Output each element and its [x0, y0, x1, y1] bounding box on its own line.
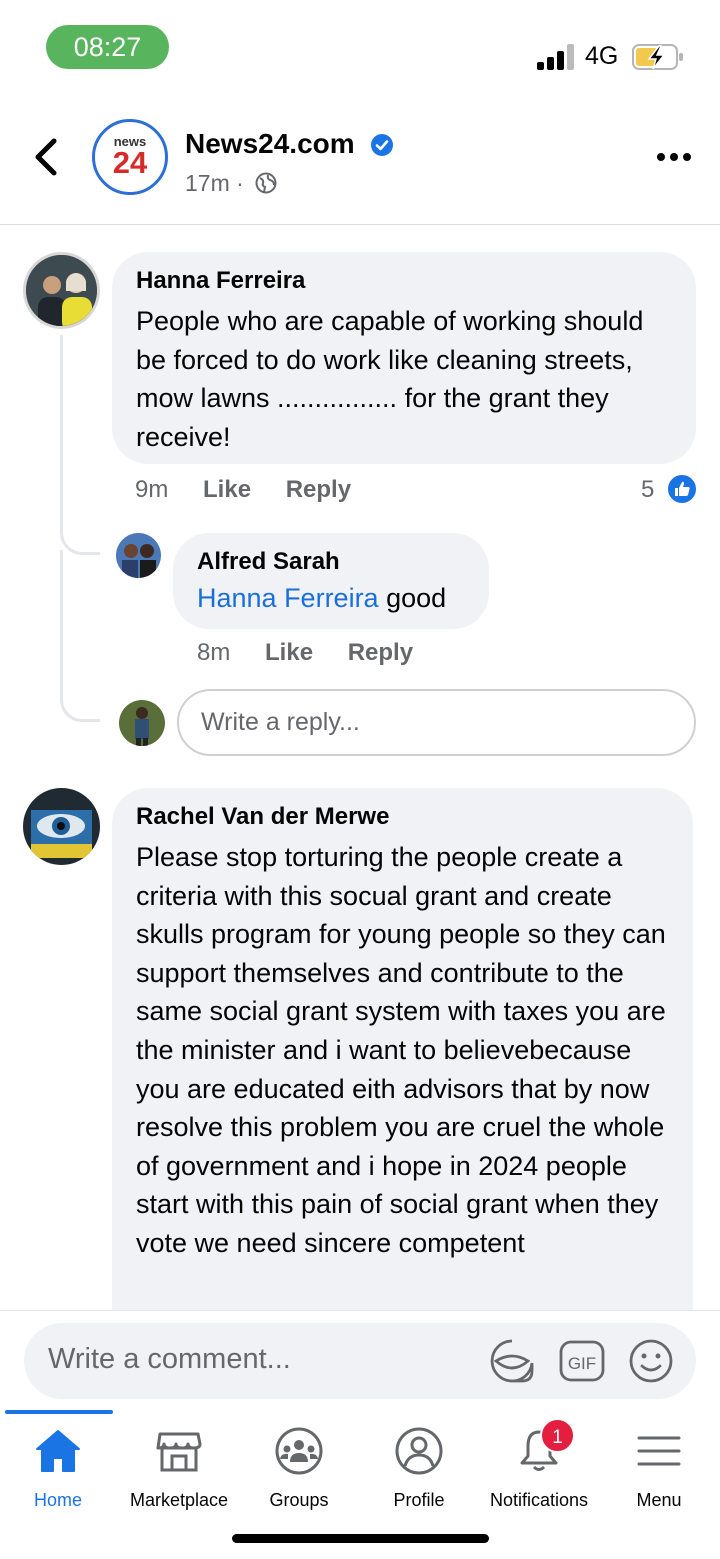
tab-menu[interactable]: Menu: [599, 1426, 719, 1536]
more-options-icon[interactable]: [656, 150, 692, 164]
tab-label: Menu: [636, 1490, 682, 1510]
tab-home[interactable]: Home: [0, 1426, 118, 1536]
avatar[interactable]: [23, 788, 100, 865]
avatar-photo: [23, 788, 100, 865]
like-reaction-icon[interactable]: [666, 473, 698, 505]
reply-text: Hanna Ferreira good: [197, 579, 465, 618]
svg-text:GIF: GIF: [568, 1354, 596, 1373]
reply-bubble[interactable]: Alfred Sarah Hanna Ferreira good: [173, 533, 489, 629]
globe-icon: [255, 172, 277, 194]
tab-label: Marketplace: [129, 1490, 229, 1510]
page-name[interactable]: News24.com: [185, 128, 355, 160]
thread-branch: [60, 510, 100, 555]
status-bar: 08:27 4G: [0, 0, 720, 95]
groups-icon: [275, 1427, 323, 1475]
clock: 08:27: [46, 25, 169, 69]
emoji-icon[interactable]: [627, 1337, 675, 1385]
reply-body: good: [378, 583, 447, 613]
comment-text: Please stop torturing the people create …: [136, 842, 666, 1258]
tab-label: Groups: [269, 1490, 329, 1510]
commenter-name[interactable]: Hanna Ferreira: [136, 266, 672, 296]
reply-actions: 8m Like Reply: [197, 639, 441, 667]
active-tab-indicator: [5, 1410, 113, 1414]
page-avatar[interactable]: news 24: [92, 119, 168, 195]
tab-notifications[interactable]: Notifications: [479, 1426, 599, 1536]
signal-icon: [537, 44, 575, 70]
user-avatar: [119, 700, 165, 746]
back-arrow-icon[interactable]: [30, 135, 64, 179]
tab-label: Profile: [393, 1490, 445, 1510]
gif-icon[interactable]: GIF: [558, 1337, 606, 1385]
avatar-photo: [119, 700, 165, 746]
reply-input[interactable]: Write a reply...: [177, 689, 696, 756]
thread-line: [60, 550, 100, 722]
comment-bubble[interactable]: Rachel Van der Merwe Please stop torturi…: [112, 788, 693, 1348]
commenter-name[interactable]: Rachel Van der Merwe: [136, 802, 669, 832]
comment-time: 9m: [135, 476, 169, 503]
reaction-count[interactable]: 5: [641, 476, 654, 504]
reply-button[interactable]: Reply: [348, 639, 413, 666]
verified-badge-icon: [371, 134, 393, 156]
like-button[interactable]: Like: [203, 476, 251, 503]
logo-text-big: 24: [112, 145, 148, 180]
tab-marketplace[interactable]: Marketplace: [119, 1426, 239, 1536]
thread-line: [60, 335, 63, 510]
comment-text: People who are capable of working should…: [136, 306, 644, 452]
marketplace-icon: [156, 1432, 202, 1472]
avatar-photo: [26, 255, 97, 326]
battery-icon: [632, 44, 683, 70]
commenter-name[interactable]: Alfred Sarah: [197, 547, 465, 577]
comment-composer-bar: Write a comment... GIF: [0, 1310, 720, 1410]
home-indicator[interactable]: [232, 1534, 489, 1543]
mention-link[interactable]: Hanna Ferreira: [197, 583, 379, 613]
hamburger-icon: [637, 1436, 681, 1466]
notification-badge: 1: [540, 1418, 575, 1453]
sticker-icon[interactable]: [488, 1337, 536, 1385]
comment-bubble[interactable]: Hanna Ferreira People who are capable of…: [112, 252, 696, 464]
avatar-photo: [116, 533, 161, 578]
comment-composer[interactable]: Write a comment... GIF: [24, 1323, 696, 1399]
tab-label: Notifications: [489, 1490, 589, 1510]
tab-groups[interactable]: Groups: [239, 1426, 359, 1536]
avatar[interactable]: [23, 252, 100, 329]
tab-label: Home: [33, 1490, 82, 1510]
comment-actions: 9m Like Reply: [135, 476, 379, 504]
tab-profile[interactable]: Profile: [359, 1426, 479, 1536]
meta-separator: ·: [236, 170, 244, 196]
network-type: 4G: [585, 42, 619, 70]
reply-button[interactable]: Reply: [286, 476, 351, 503]
post-age: 17m: [185, 170, 230, 196]
post-meta: 17m ·: [185, 170, 244, 197]
like-button[interactable]: Like: [265, 639, 313, 666]
comment-input[interactable]: Write a comment...: [48, 1343, 291, 1376]
home-icon: [36, 1430, 80, 1472]
avatar[interactable]: [116, 533, 161, 578]
post-header: news 24 News24.com 17m ·: [0, 95, 720, 225]
profile-icon: [395, 1427, 443, 1475]
reply-time: 8m: [197, 639, 231, 666]
